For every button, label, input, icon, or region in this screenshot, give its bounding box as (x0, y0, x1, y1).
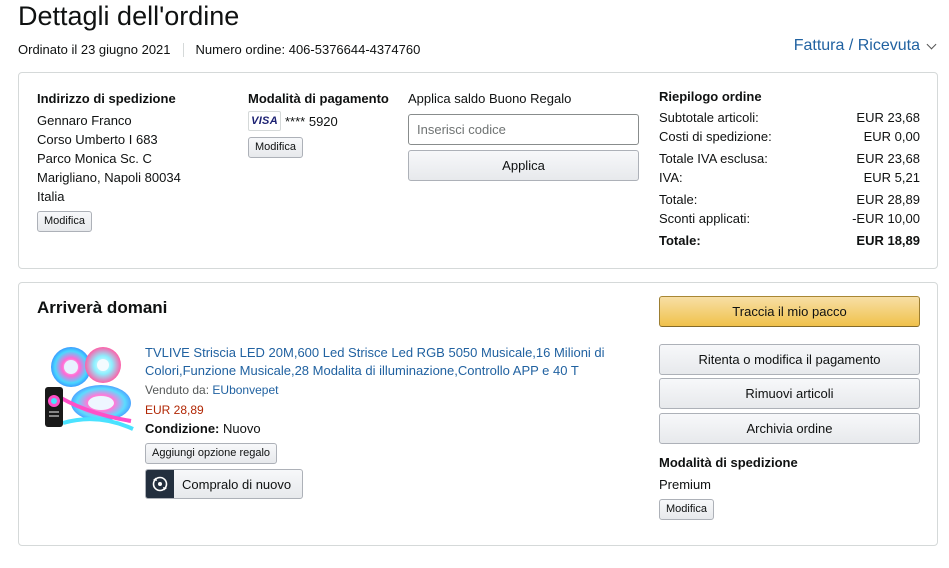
order-summary: Riepilogo ordine Subtotale articoli: EUR… (659, 89, 920, 250)
address-line: Gennaro Franco (37, 113, 132, 128)
item-condition: Condizione: Nuovo (145, 421, 261, 436)
summary-value: EUR 23,68 (856, 151, 920, 166)
archive-order-button[interactable]: Archivia ordine (659, 413, 920, 444)
shipping-method-value: Premium (659, 477, 712, 492)
summary-value: EUR 0,00 (863, 129, 920, 144)
meta-divider (182, 42, 184, 57)
retry-payment-button[interactable]: Ritenta o modifica il pagamento (659, 344, 920, 375)
condition-label: Condizione: (145, 421, 220, 436)
summary-row: Costi di spedizione: EUR 0,00 (659, 127, 920, 146)
chevron-down-icon (926, 39, 937, 49)
summary-label: IVA: (659, 170, 683, 185)
edit-shipping-method-button[interactable]: Modifica (659, 499, 714, 520)
summary-value: EUR 28,89 (856, 192, 920, 207)
summary-row: Totale IVA esclusa: EUR 23,68 (659, 149, 920, 168)
summary-label: Sconti applicati: (659, 211, 751, 226)
remove-items-button[interactable]: Rimuovi articoli (659, 378, 920, 409)
condition-value: Nuovo (223, 421, 261, 436)
invoice-dropdown[interactable]: Fattura / Ricevuta (793, 37, 937, 55)
order-date: Ordinato il 23 giugno 2021 (18, 42, 171, 57)
shipment-panel: Arriverà domani TVLIVE Striscia LED 20M,… (18, 282, 938, 546)
buy-again-button[interactable]: Compralo di nuovo (145, 469, 303, 499)
address-line: Parco Monica Sc. C (37, 151, 152, 166)
grand-total-label: Totale: (659, 233, 701, 248)
summary-label: Subtotale articoli: (659, 110, 759, 125)
edit-payment-button[interactable]: Modifica (248, 137, 303, 158)
shipping-method-heading: Modalità di spedizione (659, 455, 798, 470)
sold-by-label: Venduto da: (145, 383, 210, 397)
summary-row: Totale: EUR 28,89 (659, 190, 920, 209)
summary-row: Subtotale articoli: EUR 23,68 (659, 108, 920, 127)
summary-row: IVA: EUR 5,21 (659, 168, 920, 187)
delivery-status-heading: Arriverà domani (37, 298, 168, 317)
summary-heading: Riepilogo ordine (659, 89, 762, 104)
order-info-panel: Indirizzo di spedizione Gennaro Franco C… (18, 72, 938, 269)
summary-label: Totale IVA esclusa: (659, 151, 768, 166)
sold-by: Venduto da: EUbonvepet (145, 383, 278, 397)
product-image[interactable] (43, 343, 135, 435)
card-number: **** 5920 (285, 113, 338, 129)
payment-section: Modalità di pagamento VISA **** 5920 Mod… (248, 89, 398, 158)
summary-value: -EUR 10,00 (852, 211, 920, 226)
shipping-address-section: Indirizzo di spedizione Gennaro Franco C… (37, 89, 237, 232)
buy-again-icon (146, 470, 174, 498)
shipping-address-heading: Indirizzo di spedizione (37, 91, 176, 106)
order-meta: Ordinato il 23 giugno 2021 Numero ordine… (18, 42, 420, 57)
buy-again-label: Compralo di nuovo (182, 476, 292, 492)
item-price: EUR 28,89 (145, 403, 204, 417)
summary-row: Sconti applicati: -EUR 10,00 (659, 209, 920, 228)
order-number: Numero ordine: 406-5376644-4374760 (195, 42, 421, 57)
apply-gift-button[interactable]: Applica (408, 150, 639, 181)
payment-heading: Modalità di pagamento (248, 91, 389, 106)
add-gift-option-button[interactable]: Aggiungi opzione regalo (145, 443, 278, 464)
summary-label: Totale: (659, 192, 698, 207)
visa-card-icon: VISA (248, 111, 281, 131)
gift-card-heading: Applica saldo Buono Regalo (408, 91, 572, 106)
address-line: Italia (37, 189, 65, 204)
page-title: Dettagli dell'ordine (18, 1, 240, 31)
gift-code-input[interactable] (408, 114, 639, 145)
summary-label: Costi di spedizione: (659, 129, 772, 144)
grand-total-row: Totale: EUR 18,89 (659, 231, 920, 250)
summary-value: EUR 5,21 (863, 170, 920, 185)
edit-address-button[interactable]: Modifica (37, 211, 92, 232)
grand-total-value: EUR 18,89 (856, 233, 920, 248)
summary-value: EUR 23,68 (856, 110, 920, 125)
seller-link[interactable]: EUbonvepet (212, 383, 278, 397)
track-package-button[interactable]: Traccia il mio pacco (659, 296, 920, 327)
invoice-link-label: Fattura / Ricevuta (793, 37, 920, 54)
address-line: Marigliano, Napoli 80034 (37, 170, 181, 185)
product-title-link[interactable]: TVLIVE Striscia LED 20M,600 Led Strisce … (145, 344, 615, 380)
address-line: Corso Umberto I 683 (37, 132, 158, 147)
